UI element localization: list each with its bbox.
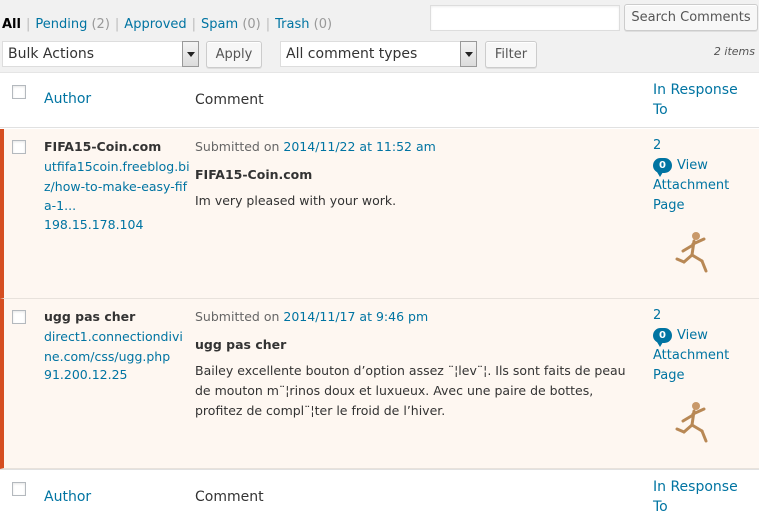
status-filters: All | Pending (2) | Approved | Spam (0) | Trash … bbox=[2, 17, 332, 32]
filter-all[interactable]: All bbox=[2, 17, 21, 32]
items-count: 2 items bbox=[713, 45, 755, 58]
table-row: FIFA15-Coin.com utfifa15coin.freeblog.bi… bbox=[0, 129, 759, 299]
row-checkbox[interactable] bbox=[12, 140, 26, 154]
author-ip[interactable]: 198.15.178.104 bbox=[44, 217, 143, 232]
comment-text: Im very pleased with your work. bbox=[195, 193, 397, 208]
attachment-page-link[interactable]: Attachment Page bbox=[653, 176, 758, 216]
spam-count: (0) bbox=[242, 17, 261, 32]
pending-count: (2) bbox=[91, 17, 110, 32]
select-all-checkbox[interactable] bbox=[12, 85, 26, 99]
separator: | bbox=[265, 17, 271, 32]
view-label: View bbox=[677, 328, 708, 343]
column-comment: Comment bbox=[195, 489, 264, 505]
view-label: View bbox=[677, 158, 708, 173]
author-url[interactable]: direct1.connectiondivine.com/css/ugg.php bbox=[44, 327, 190, 366]
view-link[interactable]: 0 View bbox=[653, 326, 758, 347]
submitted-prefix: Submitted on bbox=[195, 139, 280, 154]
running-figure-thumbnail-icon bbox=[675, 232, 708, 273]
separator: | bbox=[25, 17, 31, 32]
comment-title: ugg pas cher bbox=[195, 337, 287, 352]
row-checkbox[interactable] bbox=[12, 310, 26, 324]
search-comments-button[interactable]: Search Comments bbox=[624, 4, 758, 31]
author-name: FIFA15-Coin.com bbox=[44, 139, 162, 154]
comment-types-value: All comment types bbox=[286, 46, 418, 62]
comment-title: FIFA15-Coin.com bbox=[195, 167, 313, 182]
column-author[interactable]: Author bbox=[44, 489, 91, 505]
response-info: 2 0 View Attachment Page bbox=[653, 136, 758, 216]
comment-types-select[interactable]: All comment types bbox=[280, 41, 477, 67]
filter-trash[interactable]: Trash bbox=[275, 17, 309, 32]
response-link[interactable]: 2 bbox=[653, 136, 758, 156]
column-author[interactable]: Author bbox=[44, 91, 91, 107]
submitted-date[interactable]: 2014/11/22 at 11:52 am bbox=[283, 139, 435, 154]
filter-button[interactable]: Filter bbox=[485, 41, 537, 68]
filter-spam[interactable]: Spam bbox=[201, 17, 238, 32]
column-comment: Comment bbox=[195, 92, 264, 108]
column-in-response-to[interactable]: In Response To bbox=[653, 477, 753, 517]
running-figure-thumbnail-icon bbox=[675, 402, 708, 443]
comment-text: Bailey excellente bouton d’option assez … bbox=[195, 363, 626, 418]
submitted-date[interactable]: 2014/11/17 at 9:46 pm bbox=[283, 309, 428, 324]
comment-bubble-icon: 0 bbox=[653, 158, 672, 177]
view-link[interactable]: 0 View bbox=[653, 156, 758, 177]
submitted-info: Submitted on 2014/11/22 at 11:52 am bbox=[195, 139, 436, 154]
select-all-checkbox[interactable] bbox=[12, 482, 26, 496]
author-ip[interactable]: 91.200.12.25 bbox=[44, 367, 128, 382]
filter-approved[interactable]: Approved bbox=[124, 17, 186, 32]
separator: | bbox=[114, 17, 120, 32]
response-link[interactable]: 2 bbox=[653, 306, 758, 326]
separator: | bbox=[191, 17, 197, 32]
search-input[interactable] bbox=[430, 5, 620, 31]
table-footer: Author Comment In Response To bbox=[0, 469, 759, 525]
chevron-down-icon bbox=[182, 41, 199, 67]
submitted-info: Submitted on 2014/11/17 at 9:46 pm bbox=[195, 309, 428, 324]
attachment-page-link[interactable]: Attachment Page bbox=[653, 346, 758, 386]
comments-table: Author Comment In Response To FIFA15-Coi… bbox=[0, 72, 759, 525]
bulk-actions-select[interactable]: Bulk Actions bbox=[2, 41, 199, 67]
table-row: ugg pas cher direct1.connectiondivine.co… bbox=[0, 299, 759, 469]
apply-button[interactable]: Apply bbox=[206, 41, 262, 68]
table-header: Author Comment In Response To bbox=[0, 73, 759, 128]
response-info: 2 0 View Attachment Page bbox=[653, 306, 758, 386]
column-in-response-to[interactable]: In Response To bbox=[653, 80, 753, 120]
submitted-prefix: Submitted on bbox=[195, 309, 280, 324]
comment-bubble-icon: 0 bbox=[653, 328, 672, 347]
author-url[interactable]: utfifa15coin.freeblog.biz/how-to-make-ea… bbox=[44, 157, 190, 216]
filter-pending[interactable]: Pending bbox=[35, 17, 87, 32]
bulk-actions-value: Bulk Actions bbox=[8, 46, 95, 62]
trash-count: (0) bbox=[313, 17, 333, 32]
author-name: ugg pas cher bbox=[44, 309, 136, 324]
chevron-down-icon bbox=[460, 41, 477, 67]
